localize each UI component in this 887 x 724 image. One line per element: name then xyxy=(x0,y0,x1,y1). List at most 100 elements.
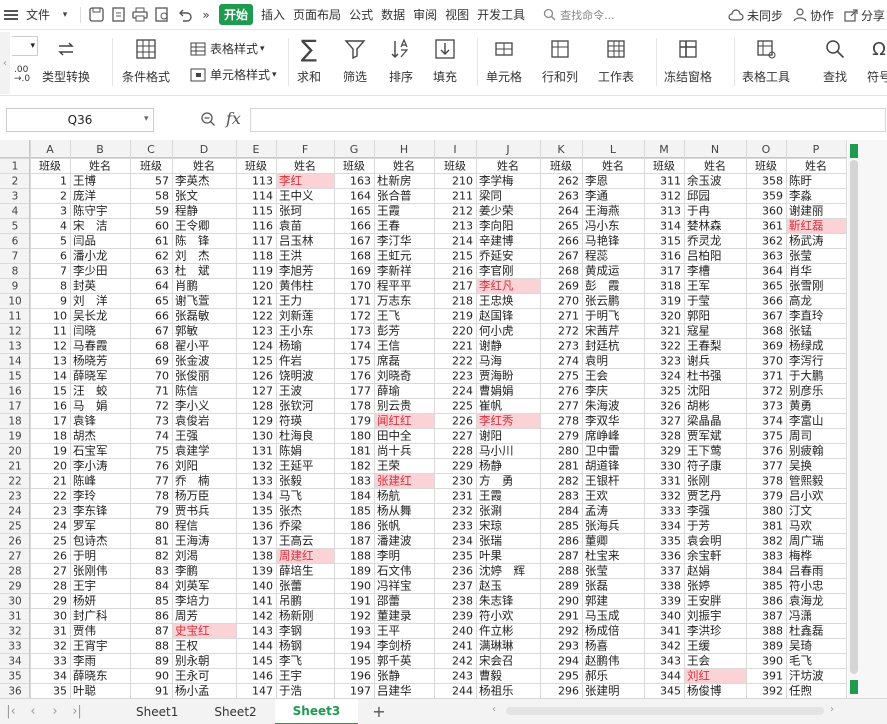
cell-name: 仵立彬 xyxy=(479,624,514,638)
print-icon[interactable] xyxy=(131,6,149,24)
cell-number: 5 xyxy=(60,235,67,248)
sort-button[interactable]: 排序 xyxy=(388,36,414,85)
sync-button[interactable]: 未同步 xyxy=(728,7,783,24)
symbol-button[interactable]: Ω 符号 xyxy=(866,36,887,85)
tab-data[interactable]: 数据 xyxy=(377,6,409,23)
row-header: 14 xyxy=(8,356,22,368)
cell-name: 王安胖 xyxy=(687,594,722,608)
cell-grid[interactable]: A B C D E F G H I J K L M N O P123456789101112131415161… xyxy=(0,140,887,698)
tab-sheet2[interactable]: Sheet2 xyxy=(196,700,274,724)
menu-icon[interactable] xyxy=(2,6,20,24)
cell-name: 王会 xyxy=(585,369,608,383)
export-pdf-icon[interactable] xyxy=(109,6,127,24)
cell-button[interactable]: 单元格 xyxy=(486,36,522,85)
cell-number: 236 xyxy=(452,565,473,578)
cell-number: 113 xyxy=(252,175,273,188)
cell-number: 133 xyxy=(252,475,273,488)
conditional-format-button[interactable]: 条件格式 xyxy=(122,36,170,85)
sum-button[interactable]: ∑ 求和 xyxy=(296,35,322,85)
cell-number: 86 xyxy=(155,610,169,623)
cell-name: 周广瑞 xyxy=(789,534,824,548)
chevron-down-icon[interactable]: ▾ xyxy=(56,6,74,24)
decimal-icon[interactable]: .00 →.0 xyxy=(14,66,30,84)
cell-name: 翟小平 xyxy=(175,339,210,353)
tab-page-layout[interactable]: 页面布局 xyxy=(289,6,345,23)
tab-start[interactable]: 开始 xyxy=(219,4,254,25)
print-preview-icon[interactable] xyxy=(153,6,171,24)
tab-sheet3[interactable]: Sheet3 xyxy=(274,698,359,724)
sum-label: 求和 xyxy=(296,70,321,84)
cell-name: 闫晓 xyxy=(73,324,96,338)
scroll-right-icon[interactable]: › xyxy=(830,704,834,715)
fill-button[interactable]: 填充 xyxy=(432,36,458,85)
row-col-button[interactable]: 行和列 xyxy=(542,36,578,85)
zoom-icon[interactable] xyxy=(200,111,216,130)
cell-name: 刘阳 xyxy=(175,459,198,473)
cell-name: 王霞 xyxy=(479,489,502,503)
first-sheet-icon[interactable]: |‹ xyxy=(0,704,22,719)
tab-insert[interactable]: 插入 xyxy=(257,6,289,23)
worksheet-grid[interactable]: A B C D E F G H I J K L M N O P 1 2 3 4 5 6 7 8 9 10 11 12 13 14 15 16 1… xyxy=(0,140,887,698)
row-header: 15 xyxy=(8,371,21,383)
cell-name: 王高云 xyxy=(279,534,314,548)
tab-sheet1[interactable]: Sheet1 xyxy=(118,700,196,724)
cell-name: 席峥峰 xyxy=(585,429,620,443)
file-menu[interactable]: 文件 xyxy=(22,6,54,23)
cell-header: 姓名 xyxy=(193,159,215,173)
find-button[interactable]: 查找 xyxy=(822,36,848,85)
cell-style-icon xyxy=(190,68,206,81)
cell-name: 王下莺 xyxy=(687,444,722,458)
cell-number: 185 xyxy=(350,505,371,518)
more-icon[interactable]: » xyxy=(197,6,215,24)
type-convert-button[interactable]: 类型转换 xyxy=(42,36,90,85)
formula-input[interactable] xyxy=(250,108,886,132)
cell-header: 班级 xyxy=(755,160,777,173)
cell-name: 孟涛 xyxy=(585,504,608,518)
chevron-down-icon[interactable]: ▾ xyxy=(144,114,149,124)
cell-name: 杜书强 xyxy=(687,369,722,383)
cell-number: 338 xyxy=(660,580,681,593)
tab-developer[interactable]: 开发工具 xyxy=(473,6,529,23)
scroll-left-icon[interactable]: ‹ xyxy=(492,704,496,715)
fx-icon[interactable]: fx xyxy=(226,109,241,128)
share-button[interactable]: 分享 xyxy=(844,7,885,24)
cell-name: 李玲 xyxy=(73,489,96,503)
cell-name: 婪林森 xyxy=(687,219,722,233)
add-sheet-icon[interactable]: + xyxy=(372,702,385,721)
cell-name: 王军 xyxy=(687,279,710,293)
worksheet-button[interactable]: 工作表 xyxy=(598,36,634,85)
next-sheet-icon[interactable]: › xyxy=(44,704,66,719)
cell-number: 127 xyxy=(252,385,273,398)
cell-name: 梁晶晶 xyxy=(687,414,722,428)
table-style-button[interactable]: 表格样式 ▾ xyxy=(190,40,265,57)
freeze-panes-button[interactable]: 冻结窗格 xyxy=(664,36,712,85)
conditional-format-label: 条件格式 xyxy=(122,70,171,84)
cell-name: 董卿 xyxy=(585,534,608,548)
tab-view[interactable]: 视图 xyxy=(441,6,473,23)
command-search[interactable]: 查找命令... xyxy=(543,7,615,23)
cell-name: 王小东 xyxy=(279,324,314,338)
prev-sheet-icon[interactable]: ‹ xyxy=(22,704,44,719)
cell-name: 张俊丽 xyxy=(175,369,210,383)
cell-name: 袁明 xyxy=(585,354,608,368)
cell-number: 313 xyxy=(660,205,681,218)
cell-style-button[interactable]: 单元格样式 ▾ xyxy=(190,66,277,83)
collab-button[interactable]: 协作 xyxy=(793,7,834,24)
cell-name: 张静 xyxy=(377,669,400,683)
tab-review[interactable]: 审阅 xyxy=(409,6,441,23)
name-box[interactable]: Q36 xyxy=(6,108,154,132)
cell-name: 彭芳 xyxy=(377,324,400,338)
cell-header: 姓名 xyxy=(294,159,316,173)
cell-icon xyxy=(491,36,517,62)
horizontal-scrollbar[interactable] xyxy=(506,707,824,715)
table-tools-button[interactable]: 表格工具 xyxy=(742,36,790,85)
tab-formulas[interactable]: 公式 xyxy=(345,6,377,23)
number-format-box[interactable]: ▾ xyxy=(12,36,38,56)
ribbon-scroll-left[interactable]: ‹ xyxy=(0,32,10,94)
column-header: O xyxy=(762,143,771,156)
last-sheet-icon[interactable]: ›| xyxy=(66,704,88,719)
cell-number: 76 xyxy=(155,460,169,473)
undo-icon[interactable] xyxy=(175,6,193,24)
filter-button[interactable]: 筛选 xyxy=(342,36,368,85)
save-icon[interactable] xyxy=(87,6,105,24)
